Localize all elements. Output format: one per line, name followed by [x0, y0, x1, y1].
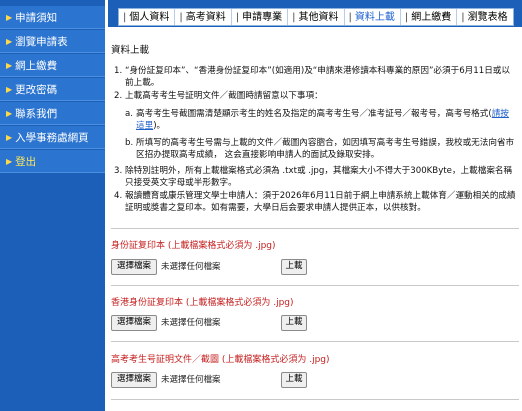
hk-id-copy-upload-label: 香港身份証复印本 (上載檔案格式必須为 .jpg) [111, 298, 294, 308]
note-1: 1. “身份証复印本”、“香港身份証复印本”(如適用)及“申請來港修讀本科專業的… [114, 66, 516, 89]
sidebar-item-admissions-office[interactable]: ▶ 入學事務處網頁 [0, 126, 105, 149]
subnote-text: 高考考生号截圖需清楚顯示考生的姓名及指定的高考考生号／准考証号／報考号，高考号格… [125, 109, 516, 132]
subnote-text: 所填写的高考考生号需与上載的文件／截圖內容脗合，如因填写高考考生号錯誤，我校或无… [136, 138, 515, 160]
subnote-a: a. 高考考生号截圖需清楚顯示考生的姓名及指定的高考考生号／准考証号／報考号，高… [125, 109, 516, 132]
tab-label: 網上繳費 [411, 12, 452, 23]
subnote-text-before: 高考考生号截圖需清楚顯示考生的姓名及指定的高考考生号／准考証号／報考号，高考号格… [136, 109, 492, 119]
note-number: 4. [114, 191, 123, 201]
subnote-text-after: )。 [153, 120, 166, 131]
divider [111, 285, 519, 286]
tab-other-info[interactable]: | 其他資料 [288, 9, 345, 25]
section-title: 資料上載 [111, 45, 150, 56]
tab-separator: | [179, 12, 183, 23]
note-text: 報讀體育或康乐管理文學士申請人：須于2026年6月11日前于網上申請系統上載体育… [125, 191, 516, 213]
note-text: “身份証复印本”、“香港身份証复印本”(如適用)及“申請來港修讀本科專業的原因”… [125, 66, 510, 88]
divider [111, 341, 519, 342]
tab-label: 高考資料 [185, 12, 226, 23]
tab-personal-info[interactable]: | 個人資料 [119, 9, 176, 25]
sidebar: ▶ 申請須知 ▶ 瀏覽申請表 ▶ 網上繳費 ▶ 更改密碼 ▶ 聯系我們 ▶ 入學… [0, 0, 105, 411]
sidebar-item-label: 登出 [15, 155, 37, 168]
tab-label: 其他資料 [298, 12, 339, 23]
note-text: 除特別註明外，所有上載檔案格式必須為 .txt或 .jpg，其檔案大小不得大于3… [125, 166, 513, 188]
divider [111, 399, 519, 400]
note-3: 3. 除特別註明外，所有上載檔案格式必須為 .txt或 .jpg，其檔案大小不得… [114, 166, 516, 189]
tab-separator: | [348, 12, 352, 23]
tab-label: 瀏覽表格 [467, 12, 508, 23]
sidebar-item-label: 申請須知 [15, 11, 58, 24]
sidebar-item-label: 入學事務處網頁 [15, 131, 89, 144]
note-number: 3. [114, 166, 123, 176]
sidebar-item-label: 網上繳費 [15, 59, 58, 72]
tab-separator: | [235, 12, 240, 23]
tab-label: 資料上載 [354, 12, 395, 23]
exam-number-upload-button[interactable]: 上載 [281, 372, 307, 388]
triangle-bullet-icon: ▶ [6, 108, 13, 118]
id-copy-file-status: 未選擇任何檔案 [161, 262, 221, 272]
divider [111, 228, 519, 229]
sidebar-item-logout[interactable]: ▶ 登出 [0, 150, 105, 173]
triangle-bullet-icon: ▶ [6, 84, 13, 94]
hk-id-copy-upload-button[interactable]: 上載 [281, 315, 307, 331]
tab-separator: | [292, 12, 296, 23]
sidebar-item-label: 瀏覽申請表 [15, 35, 68, 48]
note-4: 4. 報讀體育或康乐管理文學士申請人：須于2026年6月11日前于網上申請系統上… [114, 191, 516, 214]
exam-number-upload-label: 高考考生号証明文件／截圖 (上載檔案格式必須为 .jpg) [111, 355, 330, 365]
note-number: 2. [114, 91, 123, 101]
exam-number-file-status: 未選擇任何檔案 [161, 375, 221, 385]
triangle-bullet-icon: ▶ [6, 12, 13, 22]
triangle-bullet-icon: ▶ [6, 36, 13, 46]
subnote-label: b. [125, 138, 134, 148]
id-copy-upload-label: 身份証复印本 (上載檔案格式必須为 .jpg) [111, 241, 276, 251]
tab-upload[interactable]: | 資料上載 [345, 9, 401, 25]
triangle-bullet-icon: ▶ [6, 60, 13, 70]
triangle-bullet-icon: ▶ [6, 156, 13, 166]
sidebar-item-application-notes[interactable]: ▶ 申請須知 [0, 6, 105, 29]
sidebar-item-contact-us[interactable]: ▶ 聯系我們 [0, 102, 105, 125]
subnote-b: b. 所填写的高考考生号需与上載的文件／截圖內容脗合，如因填写高考考生号錯誤，我… [125, 138, 516, 161]
sidebar-item-online-payment[interactable]: ▶ 網上繳費 [0, 54, 105, 77]
sidebar-item-label: 更改密碼 [15, 83, 58, 96]
tab-separator: | [461, 12, 465, 23]
tab-label: 申請專業 [242, 12, 283, 23]
tab-apply-major[interactable]: | 申請專業 [232, 9, 289, 25]
id-copy-upload-button[interactable]: 上載 [281, 259, 307, 275]
note-number: 1. [114, 66, 123, 76]
note-text: 上載高考考生号証明文件／截圖時請留意以下事項： [125, 91, 323, 101]
tab-separator: | [123, 12, 127, 23]
hk-id-copy-file-status: 未選擇任何檔案 [161, 318, 221, 328]
triangle-bullet-icon: ▶ [6, 132, 13, 142]
sidebar-item-label: 聯系我們 [15, 107, 58, 120]
tab-separator: | [404, 12, 409, 23]
tab-label: 個人資料 [129, 12, 170, 23]
id-copy-choose-file-button[interactable]: 選擇檔案 [111, 259, 158, 275]
sidebar-item-change-password[interactable]: ▶ 更改密碼 [0, 78, 105, 101]
tab-gaokao-info[interactable]: | 高考資料 [175, 9, 232, 25]
note-2: 2. 上載高考考生号証明文件／截圖時請留意以下事項： [114, 91, 516, 103]
tab-bar: | 個人資料 | 高考資料 | 申請專業 | 其他資料 | 資料上載 | 網上繳費 | 瀏覽表… [118, 8, 514, 26]
hk-id-copy-choose-file-button[interactable]: 選擇檔案 [111, 315, 158, 331]
tab-online-payment[interactable]: | 網上繳費 [401, 9, 458, 25]
subnote-label: a. [125, 109, 133, 119]
tab-browse-form[interactable]: | 瀏覽表格 [457, 9, 512, 25]
exam-number-choose-file-button[interactable]: 選擇檔案 [111, 372, 158, 388]
sidebar-item-browse-application[interactable]: ▶ 瀏覽申請表 [0, 30, 105, 53]
